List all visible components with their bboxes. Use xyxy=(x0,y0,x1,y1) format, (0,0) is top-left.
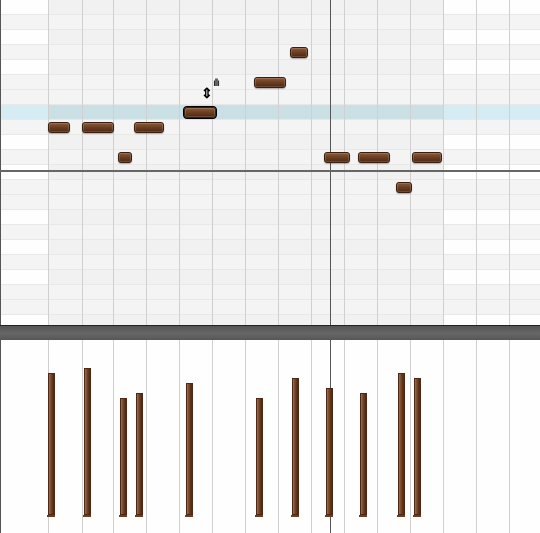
pitch-row[interactable] xyxy=(0,300,540,315)
grid-line xyxy=(179,340,180,533)
velocity-baseline-tick xyxy=(47,515,55,517)
velocity-bar[interactable] xyxy=(326,388,333,515)
grid-line xyxy=(212,0,213,325)
note-grid[interactable] xyxy=(0,0,540,325)
grid-line xyxy=(377,340,378,533)
velocity-baseline-tick xyxy=(359,515,367,517)
midi-note[interactable] xyxy=(358,152,390,163)
grid-line xyxy=(146,340,147,533)
velocity-baseline-tick xyxy=(291,515,299,517)
velocity-baseline-tick xyxy=(83,515,91,517)
pitch-row[interactable] xyxy=(0,60,540,75)
pitch-row[interactable] xyxy=(0,255,540,270)
velocity-bar[interactable] xyxy=(256,398,263,515)
grid-line xyxy=(278,0,279,325)
octave-divider-line xyxy=(0,170,540,172)
grid-line xyxy=(476,340,477,533)
velocity-bar[interactable] xyxy=(136,393,143,515)
pitch-row[interactable] xyxy=(0,180,540,195)
grid-line xyxy=(311,0,312,325)
midi-note[interactable] xyxy=(184,107,216,118)
grid-line xyxy=(113,340,114,533)
velocity-bar[interactable] xyxy=(414,378,421,515)
grid-line xyxy=(278,340,279,533)
velocity-baseline-tick xyxy=(397,515,405,517)
grid-line xyxy=(311,340,312,533)
grid-line xyxy=(48,0,49,325)
pitch-row[interactable] xyxy=(0,45,540,60)
grid-line xyxy=(82,0,83,325)
velocity-bar[interactable] xyxy=(84,368,91,515)
pitch-row[interactable] xyxy=(0,15,540,30)
velocity-baseline-tick xyxy=(185,515,193,517)
grid-line xyxy=(344,340,345,533)
velocity-lane[interactable] xyxy=(0,340,540,533)
pitch-row[interactable] xyxy=(0,210,540,225)
velocity-baseline-tick xyxy=(119,515,127,517)
velocity-baseline-tick xyxy=(255,515,263,517)
pitch-row[interactable] xyxy=(0,165,540,180)
grid-line xyxy=(443,340,444,533)
midi-note[interactable] xyxy=(254,77,286,88)
grid-line xyxy=(0,340,1,533)
grid-line xyxy=(410,0,411,325)
velocity-bar[interactable] xyxy=(48,373,55,515)
pitch-row[interactable] xyxy=(0,120,540,135)
grid-line xyxy=(410,340,411,533)
midi-note[interactable] xyxy=(82,122,114,133)
pitch-row[interactable] xyxy=(0,90,540,105)
velocity-bar[interactable] xyxy=(360,393,367,515)
midi-note[interactable] xyxy=(324,152,350,163)
grid-line xyxy=(212,340,213,533)
piano-roll-editor[interactable] xyxy=(0,0,540,533)
midi-note[interactable] xyxy=(118,152,132,163)
grid-line xyxy=(509,340,510,533)
midi-note[interactable] xyxy=(48,122,70,133)
midi-note[interactable] xyxy=(134,122,164,133)
pitch-row[interactable] xyxy=(0,0,540,15)
velocity-bar[interactable] xyxy=(398,373,405,515)
pitch-row[interactable] xyxy=(0,240,540,255)
grid-line xyxy=(179,0,180,325)
pitch-row[interactable] xyxy=(0,225,540,240)
grid-line xyxy=(509,0,510,325)
grid-line xyxy=(443,0,444,325)
pitch-row[interactable] xyxy=(0,195,540,210)
pitch-row[interactable] xyxy=(0,270,540,285)
velocity-bar[interactable] xyxy=(292,378,299,515)
grid-line xyxy=(113,0,114,325)
grid-line xyxy=(146,0,147,325)
grid-line xyxy=(82,340,83,533)
midi-note[interactable] xyxy=(396,182,412,193)
velocity-bar[interactable] xyxy=(120,398,127,515)
velocity-baseline-tick xyxy=(325,515,333,517)
grid-line xyxy=(245,0,246,325)
velocity-bar[interactable] xyxy=(186,383,193,515)
midi-note[interactable] xyxy=(290,47,308,58)
pitch-row[interactable] xyxy=(0,105,540,120)
velocity-baseline-tick xyxy=(135,515,143,517)
grid-line xyxy=(0,0,1,325)
grid-line xyxy=(476,0,477,325)
velocity-baseline-tick xyxy=(413,515,421,517)
pitch-row[interactable] xyxy=(0,30,540,45)
pitch-row[interactable] xyxy=(0,285,540,300)
pitch-row[interactable] xyxy=(0,135,540,150)
midi-note[interactable] xyxy=(412,152,442,163)
pitch-row[interactable] xyxy=(0,150,540,165)
grid-line xyxy=(245,340,246,533)
